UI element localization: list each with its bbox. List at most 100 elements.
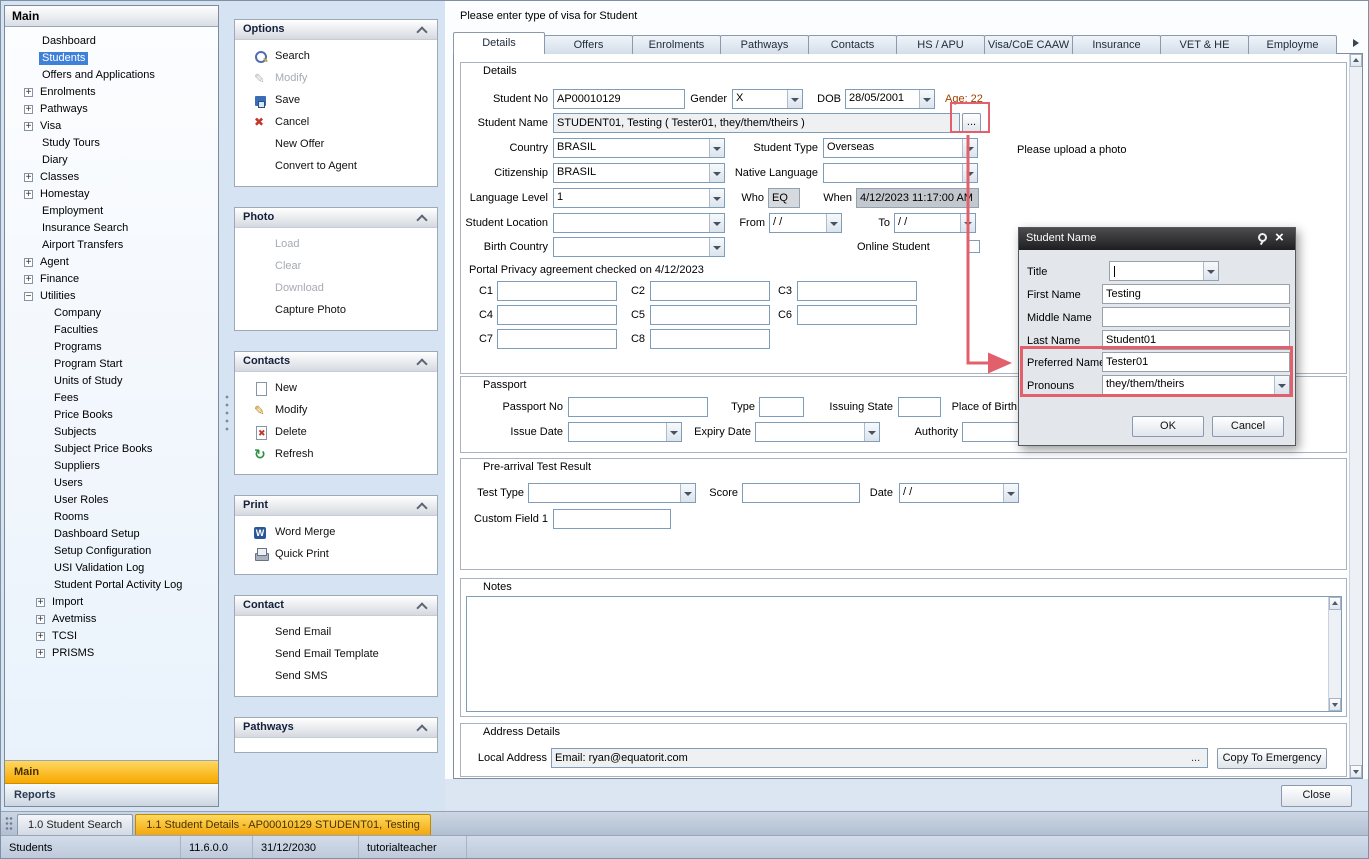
page-tab[interactable]: Pathways bbox=[720, 35, 809, 54]
action-item[interactable]: Modify bbox=[235, 68, 437, 90]
tree-expander-icon[interactable] bbox=[36, 615, 45, 624]
nav-tree-item[interactable]: Program Start bbox=[5, 356, 218, 373]
document-tab[interactable]: 1.1 Student Details - AP00010129 STUDENT… bbox=[135, 814, 431, 835]
action-item[interactable]: Word Merge bbox=[235, 522, 437, 544]
nav-tree-item[interactable]: Diary bbox=[5, 152, 218, 169]
page-tab[interactable]: Insurance bbox=[1072, 35, 1161, 54]
dropdown-arrow-icon[interactable] bbox=[709, 164, 724, 182]
student-name-input[interactable] bbox=[553, 113, 960, 133]
nav-tree-item[interactable]: Dashboard Setup bbox=[5, 526, 218, 543]
nav-tree-item[interactable]: Finance bbox=[5, 271, 218, 288]
action-item[interactable]: Quick Print bbox=[235, 544, 437, 566]
action-item[interactable]: Clear bbox=[235, 256, 437, 278]
panel-photo-header[interactable]: Photo bbox=[235, 208, 437, 228]
c1-input[interactable] bbox=[497, 281, 617, 301]
student-location-combo[interactable] bbox=[553, 213, 725, 233]
tree-expander-icon[interactable] bbox=[24, 275, 33, 284]
dropdown-arrow-icon[interactable] bbox=[709, 214, 724, 232]
dropdown-arrow-icon[interactable] bbox=[864, 423, 879, 441]
panel-contacts-header[interactable]: Contacts bbox=[235, 352, 437, 372]
dropdown-arrow-icon[interactable] bbox=[962, 164, 977, 182]
expiry-date-combo[interactable] bbox=[755, 422, 880, 442]
issuing-state-input[interactable] bbox=[898, 397, 941, 417]
action-item[interactable]: Search bbox=[235, 46, 437, 68]
country-combo[interactable]: BRASIL bbox=[553, 138, 725, 158]
native-language-combo[interactable] bbox=[823, 163, 978, 183]
page-tab[interactable]: Details bbox=[453, 32, 545, 54]
tree-expander-icon[interactable] bbox=[24, 190, 33, 199]
nav-tree-item[interactable]: Import bbox=[5, 594, 218, 611]
nav-tree-item[interactable]: Subjects bbox=[5, 424, 218, 441]
nav-tree-item[interactable]: Setup Configuration bbox=[5, 543, 218, 560]
c7-input[interactable] bbox=[497, 329, 617, 349]
c4-input[interactable] bbox=[497, 305, 617, 325]
c2-input[interactable] bbox=[650, 281, 770, 301]
tree-expander-icon[interactable] bbox=[24, 258, 33, 267]
dialog-titlebar[interactable]: Student Name bbox=[1019, 228, 1295, 250]
c8-input[interactable] bbox=[650, 329, 770, 349]
nav-tree-item[interactable]: PRISMS bbox=[5, 645, 218, 662]
tree-expander-icon[interactable] bbox=[24, 105, 33, 114]
nav-tree-item[interactable]: Units of Study bbox=[5, 373, 218, 390]
collapse-chevron-icon[interactable] bbox=[415, 355, 429, 369]
dropdown-arrow-icon[interactable] bbox=[960, 214, 975, 232]
nav-tree-item[interactable]: Company bbox=[5, 305, 218, 322]
copy-to-emergency-button[interactable]: Copy To Emergency bbox=[1217, 748, 1327, 769]
action-item[interactable]: Modify bbox=[235, 400, 437, 422]
dropdown-arrow-icon[interactable] bbox=[962, 139, 977, 157]
dropdown-arrow-icon[interactable] bbox=[680, 484, 695, 502]
passport-type-input[interactable] bbox=[759, 397, 804, 417]
collapse-chevron-icon[interactable] bbox=[415, 599, 429, 613]
page-tab[interactable]: HS / APU bbox=[896, 35, 985, 54]
dropdown-arrow-icon[interactable] bbox=[709, 189, 724, 207]
nav-tree-item[interactable]: Pathways bbox=[5, 101, 218, 118]
collapse-chevron-icon[interactable] bbox=[415, 211, 429, 225]
nav-group-main[interactable]: Main bbox=[5, 761, 218, 784]
pin-icon[interactable] bbox=[1253, 231, 1269, 247]
tree-expander-icon[interactable] bbox=[24, 173, 33, 182]
close-button[interactable]: Close bbox=[1281, 785, 1352, 807]
dropdown-arrow-icon[interactable] bbox=[1003, 484, 1018, 502]
tab-scroll-right-icon[interactable] bbox=[1349, 37, 1363, 52]
nav-tree-item[interactable]: Classes bbox=[5, 169, 218, 186]
preferred-name-input[interactable] bbox=[1102, 352, 1290, 372]
tree-expander-icon[interactable] bbox=[24, 122, 33, 131]
collapse-chevron-icon[interactable] bbox=[415, 721, 429, 735]
cancel-button[interactable]: Cancel bbox=[1212, 416, 1284, 437]
student-type-combo[interactable]: Overseas bbox=[823, 138, 978, 158]
nav-tree-item[interactable]: Employment bbox=[5, 203, 218, 220]
dropdown-arrow-icon[interactable] bbox=[709, 139, 724, 157]
dob-combo[interactable]: 28/05/2001 bbox=[845, 89, 935, 109]
test-type-combo[interactable] bbox=[528, 483, 696, 503]
notes-scrollbar[interactable] bbox=[1328, 597, 1341, 711]
nav-tree-item[interactable]: Homestay bbox=[5, 186, 218, 203]
tree-expander-icon[interactable] bbox=[36, 649, 45, 658]
notes-input[interactable] bbox=[467, 597, 1328, 711]
action-item[interactable]: New bbox=[235, 378, 437, 400]
nav-tree-item[interactable]: Students bbox=[5, 50, 218, 67]
nav-tree-item[interactable]: Faculties bbox=[5, 322, 218, 339]
nav-tree-item[interactable]: Avetmiss bbox=[5, 611, 218, 628]
nav-tree-item[interactable]: USI Validation Log bbox=[5, 560, 218, 577]
nav-tree-item[interactable]: Suppliers bbox=[5, 458, 218, 475]
action-item[interactable]: Download bbox=[235, 278, 437, 300]
ok-button[interactable]: OK bbox=[1132, 416, 1204, 437]
dropdown-arrow-icon[interactable] bbox=[826, 214, 841, 232]
local-address-input[interactable] bbox=[551, 748, 1208, 768]
action-item[interactable]: Cancel bbox=[235, 112, 437, 134]
collapse-chevron-icon[interactable] bbox=[415, 23, 429, 37]
scroll-up-icon[interactable] bbox=[1350, 54, 1362, 67]
online-student-checkbox[interactable] bbox=[967, 240, 980, 253]
nav-tree-item[interactable]: Student Portal Activity Log bbox=[5, 577, 218, 594]
nav-tree-item[interactable]: Visa bbox=[5, 118, 218, 135]
student-name-ellipsis-button[interactable]: ... bbox=[962, 113, 981, 133]
nav-tree-item[interactable]: Fees bbox=[5, 390, 218, 407]
birth-country-combo[interactable] bbox=[553, 237, 725, 257]
action-item[interactable]: Save bbox=[235, 90, 437, 112]
page-tab[interactable]: Enrolments bbox=[632, 35, 721, 54]
action-item[interactable]: New Offer bbox=[235, 134, 437, 156]
page-tab[interactable]: Visa/CoE CAAW bbox=[984, 35, 1073, 54]
c5-input[interactable] bbox=[650, 305, 770, 325]
issue-date-combo[interactable] bbox=[568, 422, 682, 442]
nav-tree-item[interactable]: Price Books bbox=[5, 407, 218, 424]
